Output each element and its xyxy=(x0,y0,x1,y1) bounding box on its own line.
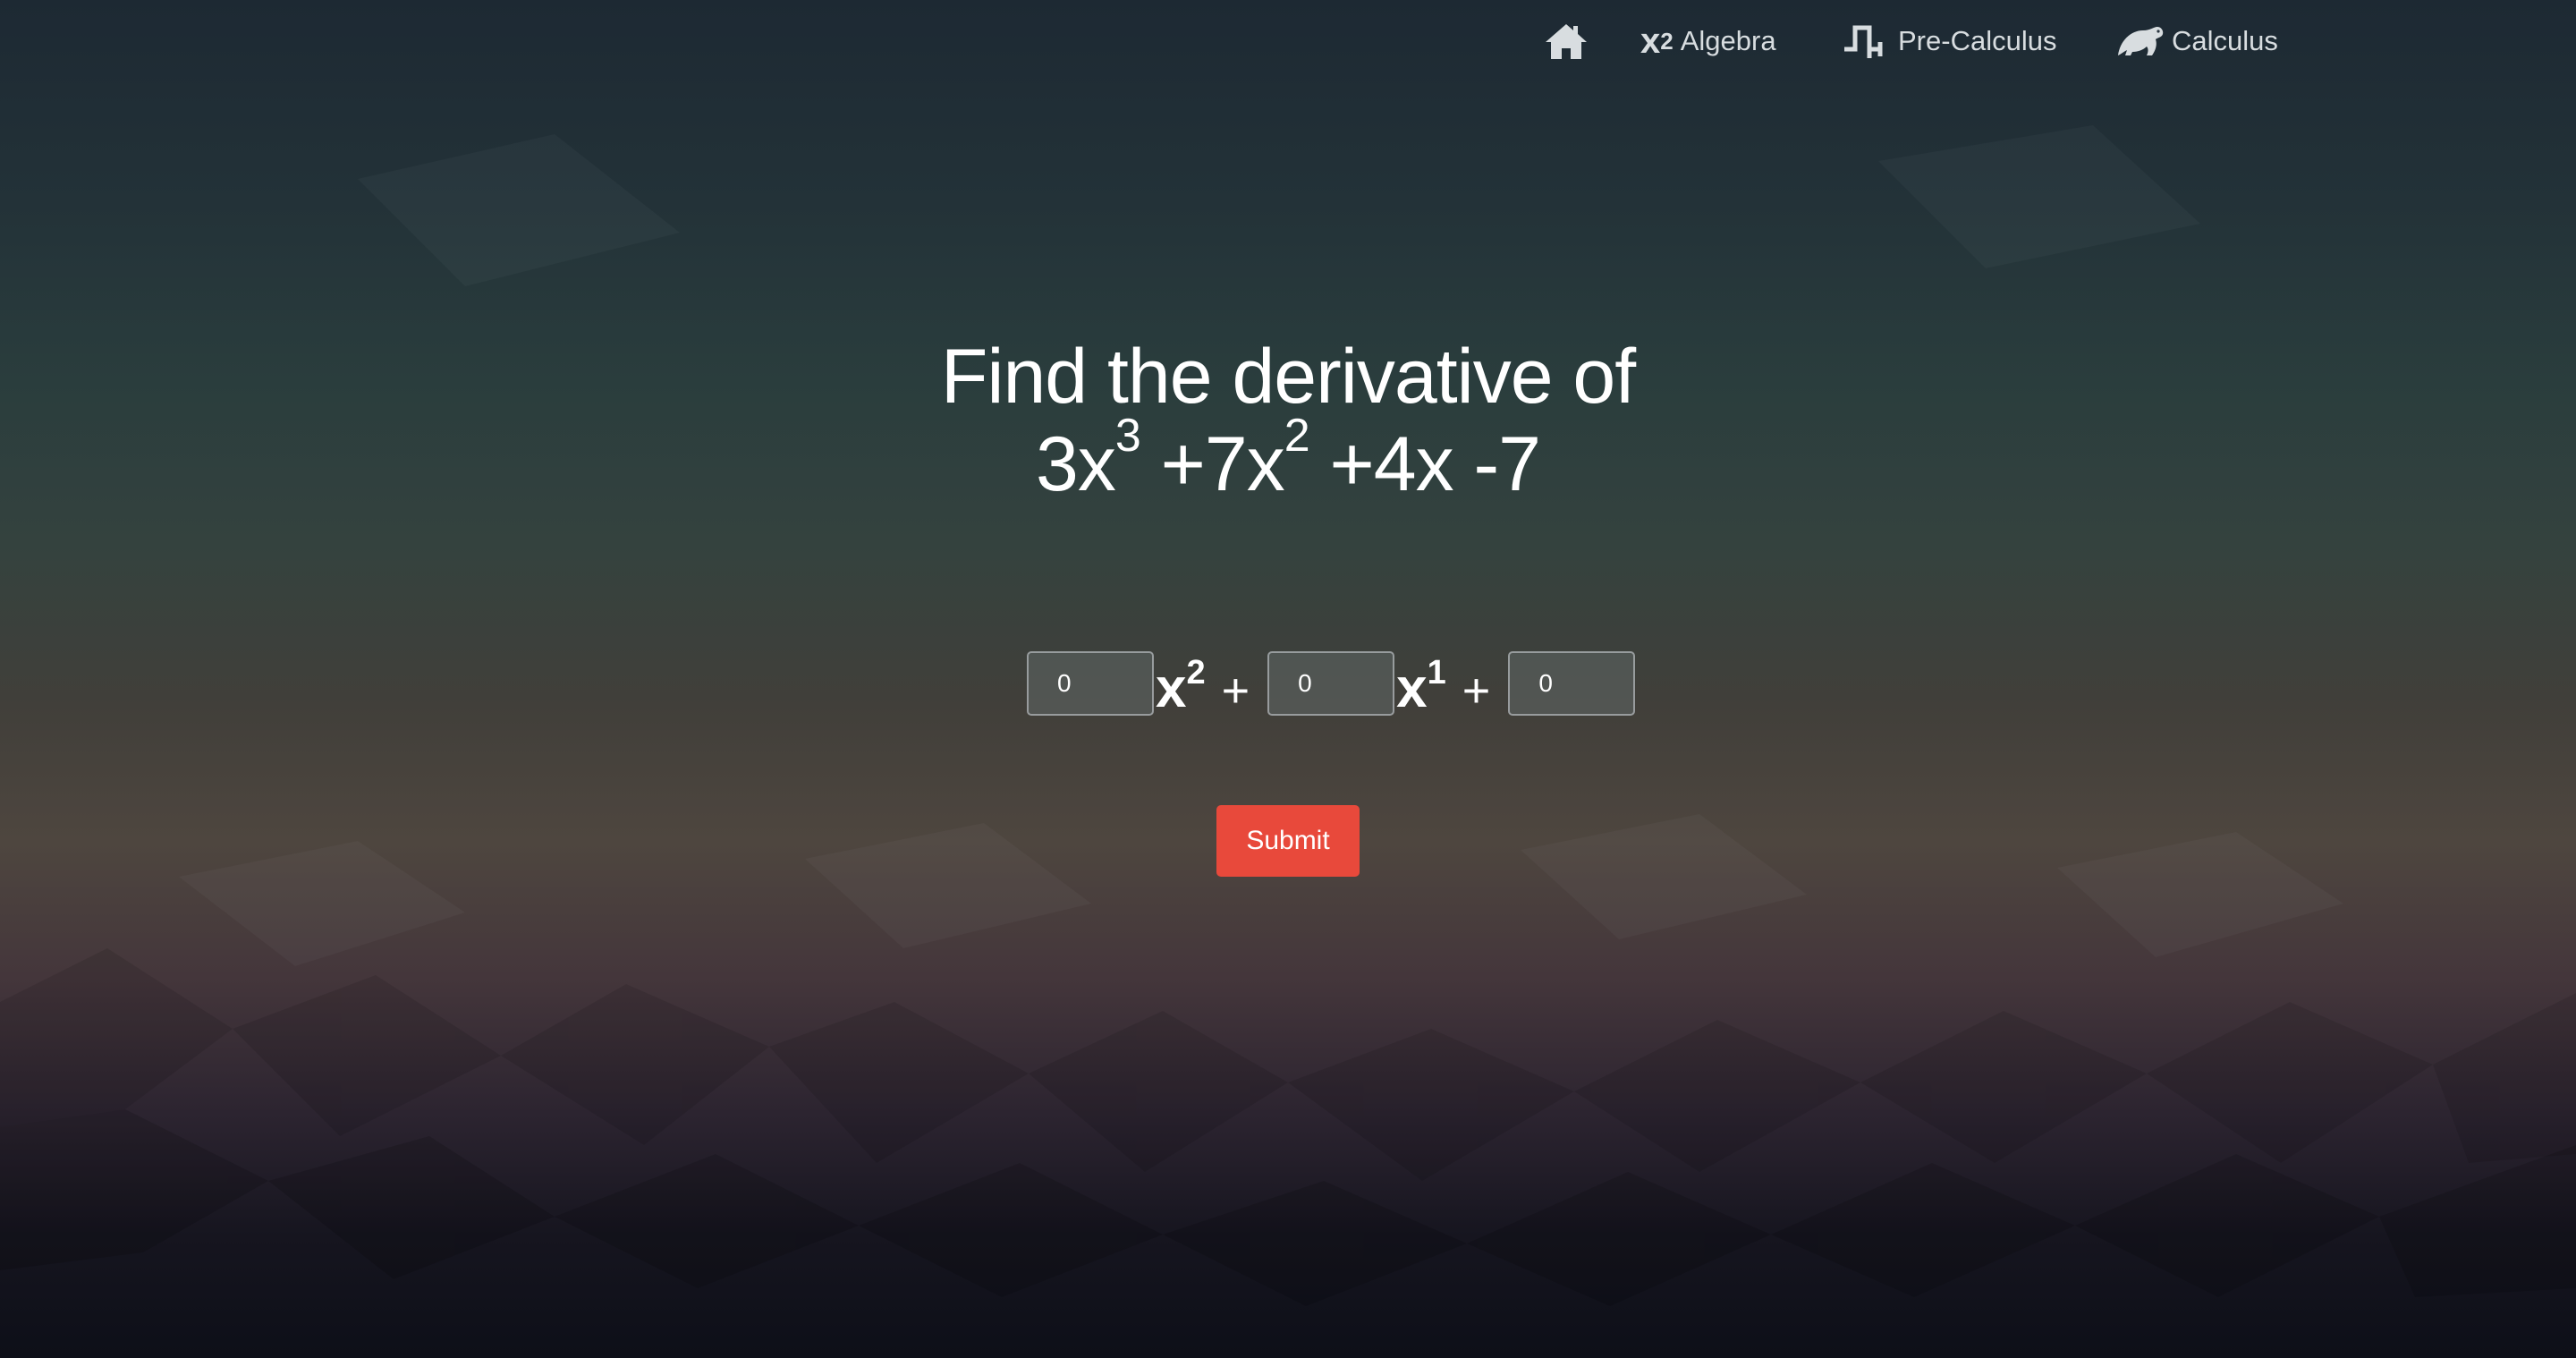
poly-term-2-exp: 2 xyxy=(1284,410,1310,462)
nav-home-link[interactable] xyxy=(1544,16,1596,66)
plus-sign: + xyxy=(1221,664,1250,717)
question-prompt: Find the derivative of xyxy=(940,334,1636,420)
constant-input[interactable] xyxy=(1508,651,1636,716)
submit-button[interactable]: Submit xyxy=(1216,805,1360,877)
nav-precalculus-label: Pre-Calculus xyxy=(1898,25,2057,56)
poly-term-2-coef: +7x xyxy=(1140,421,1285,507)
nav-calculus-link[interactable]: Calculus xyxy=(2116,16,2278,66)
answer-row: x2 + x1 + xyxy=(1027,649,1636,719)
answer-term-x2: x2 xyxy=(1156,654,1206,719)
x-squared-icon: x2 xyxy=(1640,21,1674,61)
step-function-icon xyxy=(1843,22,1891,60)
poly-tail: +4x -7 xyxy=(1309,421,1541,507)
answer-term-x1: x1 xyxy=(1396,654,1446,719)
coefficient-x2-input[interactable] xyxy=(1027,651,1154,716)
nav-precalculus-link[interactable]: Pre-Calculus xyxy=(1843,16,2056,66)
question-polynomial: 3x3 +7x2 +4x -7 xyxy=(0,412,2576,508)
poly-term-1-exp: 3 xyxy=(1114,410,1141,462)
nav-algebra-link[interactable]: x2 Algebra xyxy=(1640,16,1776,66)
poly-term-1-coef: 3x xyxy=(1036,421,1116,507)
top-nav: x2 Algebra Pre-Calculus Calculus xyxy=(0,0,2576,82)
dinosaur-icon xyxy=(2116,23,2165,59)
question-heading: Find the derivative of 3x3 +7x2 +4x -7 xyxy=(0,333,2576,508)
nav-algebra-label: Algebra xyxy=(1680,25,1776,56)
home-icon xyxy=(1544,21,1589,61)
plus-sign: + xyxy=(1462,664,1491,717)
nav-calculus-label: Calculus xyxy=(2172,25,2278,56)
coefficient-x1-input[interactable] xyxy=(1267,651,1395,716)
